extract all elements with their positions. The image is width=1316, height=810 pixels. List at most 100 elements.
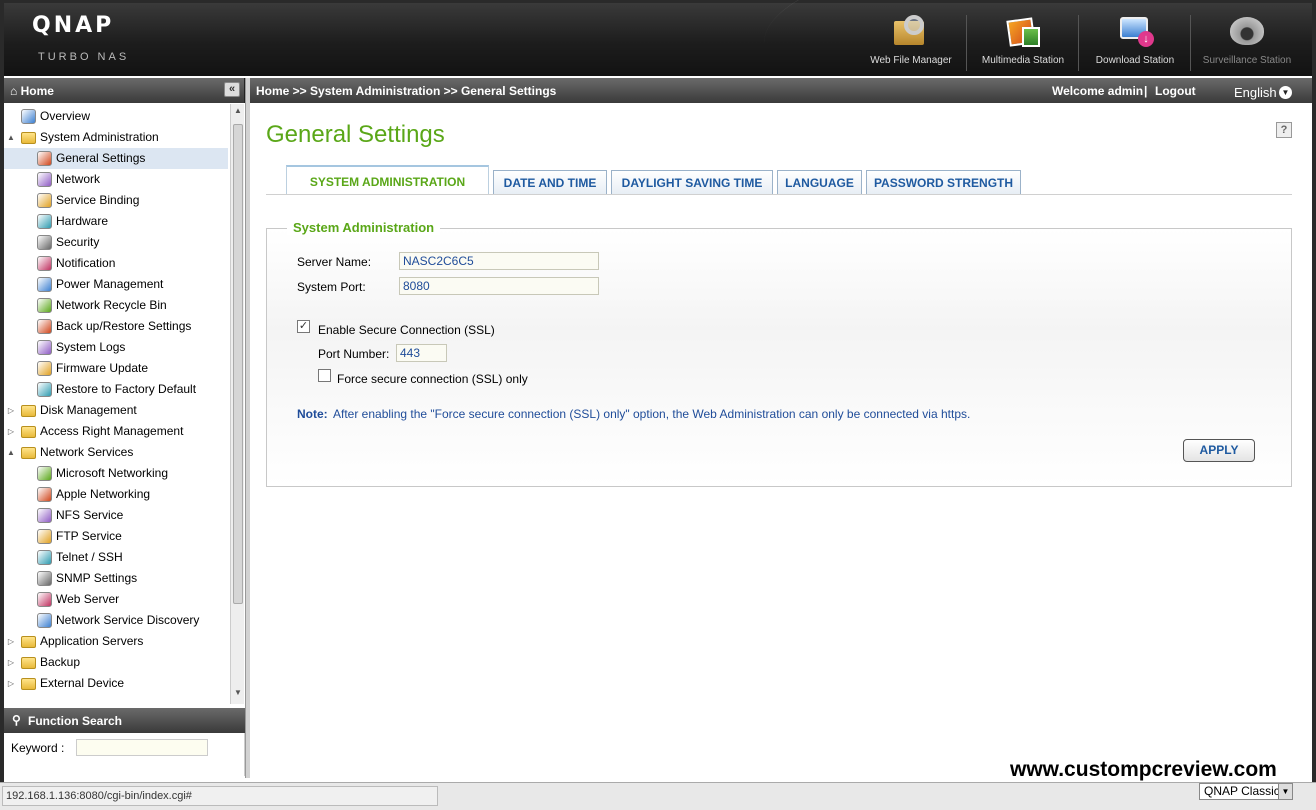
sidebar-item-label: Application Servers: [40, 634, 144, 648]
tab-system-administration[interactable]: SYSTEM ADMINISTRATION: [286, 165, 489, 195]
scrollbar-thumb[interactable]: [233, 124, 243, 604]
sidebar-item-label: Network: [56, 172, 101, 186]
recycle-bin-icon: [37, 298, 52, 313]
apple-networking-icon: [37, 487, 52, 502]
sidebar-item[interactable]: Network: [4, 169, 228, 190]
sidebar-item[interactable]: ▷ Backup: [4, 652, 228, 673]
sidebar-item[interactable]: NFS Service: [4, 505, 228, 526]
collapsed-arrow-icon[interactable]: ▷: [6, 400, 16, 421]
surveillance-station-button[interactable]: Surveillance Station: [1192, 11, 1302, 73]
security-icon: [37, 235, 52, 250]
system-port-input[interactable]: [399, 277, 599, 295]
sidebar-item-label: Access Right Management: [40, 424, 184, 438]
keyword-input[interactable]: [76, 739, 208, 756]
sidebar-item-label: Back up/Restore Settings: [56, 319, 192, 333]
apply-button[interactable]: APPLY: [1183, 439, 1255, 462]
sidebar-item-label: System Logs: [56, 340, 126, 354]
multimedia-station-button[interactable]: Multimedia Station: [968, 11, 1078, 73]
sidebar-item[interactable]: Network Service Discovery: [4, 610, 228, 631]
expanded-arrow-icon[interactable]: ▲: [6, 127, 16, 148]
sidebar-item[interactable]: Telnet / SSH: [4, 547, 228, 568]
server-name-input[interactable]: [399, 252, 599, 270]
section-title: System Administration: [287, 220, 441, 235]
tab-daylight-saving-time[interactable]: DAYLIGHT SAVING TIME: [611, 170, 773, 195]
collapse-sidebar-button[interactable]: «: [224, 82, 240, 97]
sidebar-item-label: Notification: [56, 256, 116, 270]
sidebar-item[interactable]: Overview: [4, 106, 228, 127]
power-management-icon: [37, 277, 52, 292]
sidebar-item-label: Power Management: [56, 277, 164, 291]
general-settings-icon: [37, 151, 52, 166]
sidebar-item[interactable]: FTP Service: [4, 526, 228, 547]
download-station-button[interactable]: ↓ Download Station: [1080, 11, 1190, 73]
sidebar-item-label: Network Service Discovery: [56, 613, 200, 627]
expanded-arrow-icon[interactable]: ▲: [6, 442, 16, 463]
status-url: 192.168.1.136:8080/cgi-bin/index.cgi#: [2, 786, 438, 806]
chevron-down-icon[interactable]: ▼: [1278, 784, 1292, 799]
firmware-update-icon: [37, 361, 52, 376]
sidebar-item[interactable]: Security: [4, 232, 228, 253]
collapsed-arrow-icon[interactable]: ▷: [6, 631, 16, 652]
tab-date-and-time[interactable]: DATE AND TIME: [493, 170, 607, 195]
keyword-label: Keyword :: [11, 741, 65, 755]
sidebar-item[interactable]: Back up/Restore Settings: [4, 316, 228, 337]
sidebar-item[interactable]: Notification: [4, 253, 228, 274]
sidebar-item[interactable]: Service Binding: [4, 190, 228, 211]
sidebar-item-label: Hardware: [56, 214, 109, 228]
help-icon[interactable]: ?: [1276, 122, 1292, 138]
sidebar-item[interactable]: SNMP Settings: [4, 568, 228, 589]
sidebar-item[interactable]: ▷ Disk Management: [4, 400, 228, 421]
sidebar-item[interactable]: System Logs: [4, 337, 228, 358]
logout-link[interactable]: Logout: [1155, 84, 1196, 98]
folder-icon: [21, 405, 36, 417]
note-text: After enabling the "Force secure connect…: [333, 407, 971, 421]
network-service-discovery-icon: [37, 613, 52, 628]
service-binding-icon: [37, 193, 52, 208]
language-selector[interactable]: English: [1234, 85, 1277, 100]
ftp-service-icon: [37, 529, 52, 544]
chevron-down-icon[interactable]: ▼: [1279, 86, 1292, 99]
collapsed-arrow-icon[interactable]: ▷: [6, 673, 16, 694]
app-header: QNAP TURBO NAS Web File Manager Multimed…: [0, 0, 1316, 76]
navigation-tree: Overview ▲ System Administration General Se…: [4, 104, 230, 704]
sidebar-item[interactable]: ▷ Application Servers: [4, 631, 228, 652]
scroll-up-icon[interactable]: ▲: [231, 106, 245, 115]
sidebar-home-header[interactable]: ⌂ Home «: [4, 78, 245, 103]
function-search-header: ⚲ Function Search: [4, 708, 245, 733]
sidebar-item[interactable]: Hardware: [4, 211, 228, 232]
sidebar-item[interactable]: Power Management: [4, 274, 228, 295]
web-server-icon: [37, 592, 52, 607]
folder-icon: [21, 636, 36, 648]
sidebar-item[interactable]: Apple Networking: [4, 484, 228, 505]
sidebar-item-label: Overview: [40, 109, 91, 123]
tab-password-strength[interactable]: PASSWORD STRENGTH: [866, 170, 1021, 195]
sidebar-item-label: Disk Management: [40, 403, 137, 417]
snmp-settings-icon: [37, 571, 52, 586]
tab-language[interactable]: LANGUAGE: [777, 170, 862, 195]
sidebar-item[interactable]: Network Recycle Bin: [4, 295, 228, 316]
sidebar-item[interactable]: ▷ External Device: [4, 673, 228, 694]
port-number-input[interactable]: [396, 344, 447, 362]
sidebar-item[interactable]: ▲ System Administration: [4, 127, 228, 148]
server-name-label: Server Name:: [297, 255, 372, 269]
sidebar-item[interactable]: Firmware Update: [4, 358, 228, 379]
collapsed-arrow-icon[interactable]: ▷: [6, 421, 16, 442]
sidebar-item[interactable]: Web Server: [4, 589, 228, 610]
sidebar-item[interactable]: Restore to Factory Default: [4, 379, 228, 400]
sidebar-scrollbar[interactable]: ▲ ▼: [230, 104, 244, 704]
sidebar-item-label: NFS Service: [56, 508, 124, 522]
sidebar-item[interactable]: ▲ Network Services: [4, 442, 228, 463]
hardware-icon: [37, 214, 52, 229]
sidebar-item[interactable]: ▷ Access Right Management: [4, 421, 228, 442]
sidebar-item[interactable]: General Settings: [4, 148, 228, 169]
collapsed-arrow-icon[interactable]: ▷: [6, 652, 16, 673]
scroll-down-icon[interactable]: ▼: [231, 688, 245, 697]
sidebar-item[interactable]: Microsoft Networking: [4, 463, 228, 484]
force-ssl-checkbox[interactable]: [318, 369, 331, 382]
web-file-manager-button[interactable]: Web File Manager: [856, 11, 966, 73]
note-label: Note:: [297, 407, 328, 421]
enable-ssl-checkbox[interactable]: ✓: [297, 320, 310, 333]
breadcrumb: Home >> System Administration >> General…: [256, 84, 557, 98]
multimedia-station-icon: [1002, 13, 1044, 51]
system-administration-section: System Administration Server Name: Syste…: [266, 220, 1292, 487]
